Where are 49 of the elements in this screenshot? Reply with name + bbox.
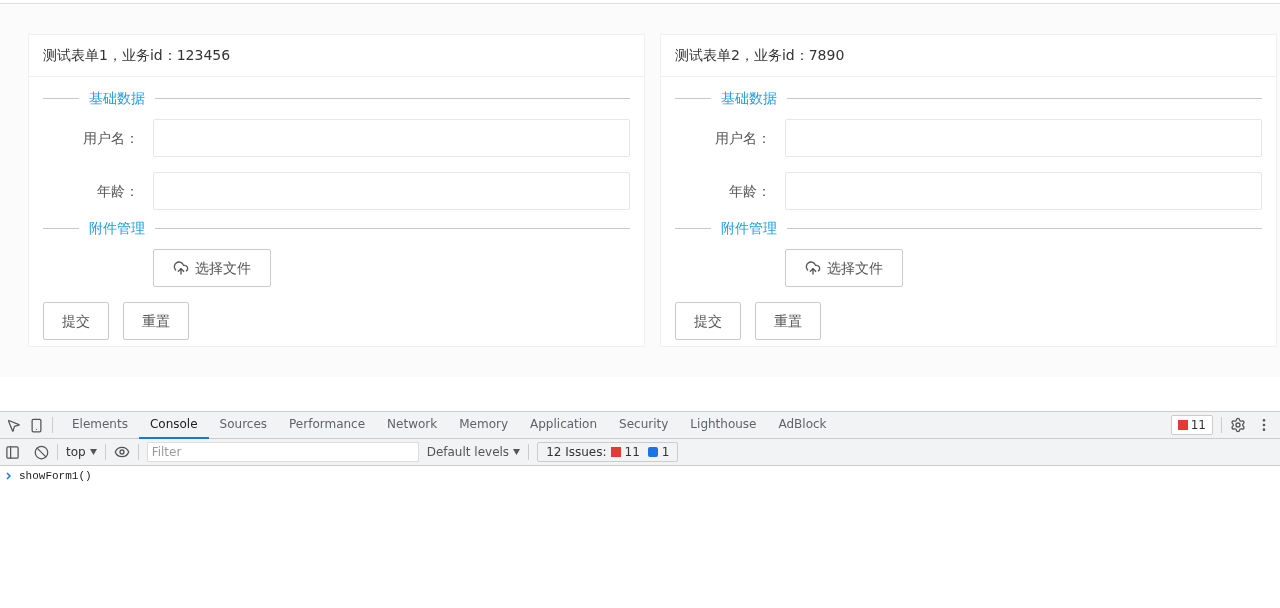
levels-dropdown[interactable]: Default levels: [426, 443, 521, 461]
message-icon: [647, 447, 658, 457]
section-title: 基础数据: [88, 88, 146, 108]
issues-button[interactable]: 12 Issues: 11 1: [537, 442, 679, 462]
inspect-icon[interactable]: [6, 417, 21, 433]
field-label: 年龄：: [728, 181, 772, 201]
caret-icon: [513, 449, 521, 455]
devtools-tab[interactable]: Elements: [61, 411, 139, 439]
form-button[interactable]: 提交: [43, 302, 109, 340]
device-icon[interactable]: [29, 417, 44, 433]
upload-button[interactable]: 选择文件: [785, 249, 903, 287]
devtools-tab[interactable]: AdBlock: [767, 411, 838, 439]
input-field[interactable]: [785, 119, 1262, 157]
cloud-upload-icon: [805, 260, 821, 276]
field-label: 用户名：: [82, 128, 140, 148]
form-title: 测试表单1，业务id：123456: [43, 46, 231, 65]
upload-button[interactable]: 选择文件: [153, 249, 271, 287]
field-label: 用户名：: [714, 128, 772, 148]
section-title: 附件管理: [88, 218, 146, 238]
prompt-chevron-icon: [6, 472, 11, 480]
error-count-button[interactable]: 11: [1170, 415, 1213, 435]
form-button[interactable]: 重置: [123, 302, 189, 340]
section-title: 基础数据: [720, 88, 778, 108]
settings-icon[interactable]: [1230, 417, 1246, 433]
form-title: 测试表单2，业务id：7890: [675, 46, 845, 65]
devtools-tab[interactable]: Sources: [208, 411, 279, 439]
console-line: showForm1(): [19, 468, 92, 484]
devtools-tab[interactable]: Application: [519, 411, 609, 439]
cloud-upload-icon: [173, 260, 189, 276]
devtools-tab[interactable]: Lighthouse: [679, 411, 768, 439]
devtools-tab[interactable]: Performance: [278, 411, 377, 439]
input-field[interactable]: [785, 172, 1262, 210]
input-field[interactable]: [153, 172, 630, 210]
eye-icon[interactable]: [113, 444, 130, 460]
error-icon: [1177, 420, 1188, 430]
clear-icon[interactable]: [34, 444, 49, 460]
error-icon: [610, 447, 621, 457]
devtools-tab[interactable]: Network: [376, 411, 449, 439]
section-title: 附件管理: [720, 218, 778, 238]
input-field[interactable]: [153, 119, 630, 157]
field-label: 年龄：: [96, 181, 140, 201]
form-button[interactable]: 提交: [675, 302, 741, 340]
filter-field[interactable]: Filter: [146, 442, 419, 462]
form-button[interactable]: 重置: [755, 302, 821, 340]
context-dropdown[interactable]: top: [66, 443, 97, 461]
caret-icon: [89, 449, 97, 455]
sidebar-icon[interactable]: [5, 444, 20, 460]
devtools-tab[interactable]: Security: [608, 411, 680, 439]
devtools-tab[interactable]: Memory: [448, 411, 519, 439]
